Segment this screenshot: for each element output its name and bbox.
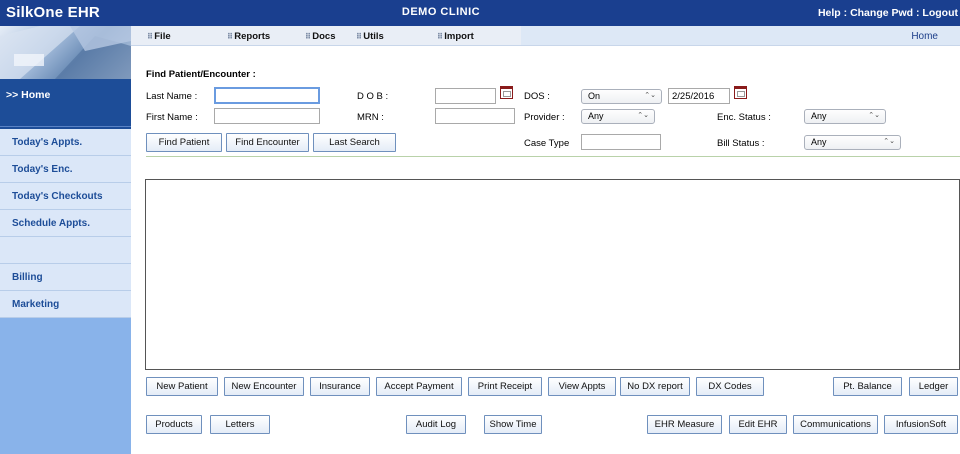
top-links: Help : Change Pwd : Logout <box>818 7 958 19</box>
enc-status-value: Any <box>811 111 827 121</box>
dos-mode-value: On <box>588 91 601 101</box>
find-patient-button[interactable]: Find Patient <box>146 133 222 152</box>
case-type-label: Case Type <box>524 138 570 149</box>
find-section-title: Find Patient/Encounter : <box>146 69 256 80</box>
view-appts-button[interactable]: View Appts <box>548 377 616 396</box>
accept-payment-button[interactable]: Accept Payment <box>376 377 462 396</box>
sidebar-banner-image <box>0 26 131 79</box>
sidebar-item-marketing[interactable]: Marketing <box>0 291 131 318</box>
sidebar-menu: Today's Appts. Today's Enc. Today's Chec… <box>0 129 131 318</box>
menu-bar: ⠿File ⠿Reports ⠿Docs ⠿Utils ⠿Import Home <box>131 26 960 46</box>
enc-status-label: Enc. Status : <box>717 112 771 123</box>
first-name-input[interactable] <box>214 108 320 124</box>
last-name-input[interactable] <box>214 87 320 104</box>
menu-reports[interactable]: ⠿Reports <box>227 31 270 42</box>
letters-button[interactable]: Letters <box>210 415 270 434</box>
chevron-down-icon: ⌃⌄ <box>883 138 895 145</box>
banner-graphic <box>0 26 131 79</box>
help-link[interactable]: Help <box>818 7 841 19</box>
sidebar-item-todays-enc[interactable]: Today's Enc. <box>0 156 131 183</box>
sidebar-item-empty <box>0 237 131 264</box>
chevron-down-icon: ⌃⌄ <box>644 92 656 99</box>
sidebar-item-billing[interactable]: Billing <box>0 264 131 291</box>
last-name-label: Last Name : <box>146 91 198 102</box>
edit-ehr-button[interactable]: Edit EHR <box>729 415 787 434</box>
top-separator: : <box>840 7 851 19</box>
menu-import[interactable]: ⠿Import <box>437 31 474 42</box>
calendar-icon[interactable] <box>500 86 513 99</box>
pt-balance-button[interactable]: Pt. Balance <box>833 377 902 396</box>
products-button[interactable]: Products <box>146 415 202 434</box>
grid-dots-icon: ⠿ <box>147 32 154 41</box>
insurance-button[interactable]: Insurance <box>310 377 370 396</box>
chevron-down-icon: ⌃⌄ <box>637 112 649 119</box>
bill-status-value: Any <box>811 137 827 147</box>
infusionsoft-button[interactable]: InfusionSoft <box>884 415 958 434</box>
dos-label: DOS : <box>524 91 550 102</box>
case-type-input[interactable] <box>581 134 661 150</box>
dx-codes-button[interactable]: DX Codes <box>696 377 764 396</box>
enc-status-select[interactable]: Any ⌃⌄ <box>804 109 886 124</box>
top-bar: SilkOne EHR DEMO CLINIC Help : Change Pw… <box>0 0 960 26</box>
menu-docs-label: Docs <box>312 31 336 42</box>
sidebar-item-home[interactable]: >> Home <box>0 79 131 129</box>
new-encounter-button[interactable]: New Encounter <box>224 377 304 396</box>
new-patient-button[interactable]: New Patient <box>146 377 218 396</box>
mrn-input[interactable] <box>435 108 515 124</box>
sidebar-item-todays-appts[interactable]: Today's Appts. <box>0 129 131 156</box>
ehr-measure-button[interactable]: EHR Measure <box>647 415 722 434</box>
provider-label: Provider : <box>524 112 565 123</box>
menu-reports-label: Reports <box>234 31 271 42</box>
ledger-button[interactable]: Ledger <box>909 377 958 396</box>
menu-utils[interactable]: ⠿Utils <box>356 31 384 42</box>
bill-status-select[interactable]: Any ⌃⌄ <box>804 135 901 150</box>
change-password-link[interactable]: Change Pwd <box>850 7 913 19</box>
grid-dots-icon: ⠿ <box>356 32 363 41</box>
dos-date-input[interactable] <box>668 88 730 104</box>
last-search-button[interactable]: Last Search <box>313 133 396 152</box>
show-time-button[interactable]: Show Time <box>484 415 542 434</box>
dob-label: D O B : <box>357 91 389 102</box>
provider-select[interactable]: Any ⌃⌄ <box>581 109 655 124</box>
menu-import-label: Import <box>444 31 474 42</box>
dos-mode-select[interactable]: On ⌃⌄ <box>581 89 662 104</box>
sidebar-item-schedule-appts[interactable]: Schedule Appts. <box>0 210 131 237</box>
menu-file-label: File <box>154 31 171 42</box>
grid-dots-icon: ⠿ <box>305 32 312 41</box>
find-encounter-button[interactable]: Find Encounter <box>226 133 309 152</box>
sidebar-divider <box>0 126 131 127</box>
sidebar: >> Home Today's Appts. Today's Enc. Toda… <box>0 26 131 454</box>
grid-dots-icon: ⠿ <box>437 32 444 41</box>
calendar-icon[interactable] <box>734 86 747 99</box>
provider-value: Any <box>588 111 604 121</box>
communications-button[interactable]: Communications <box>793 415 878 434</box>
print-receipt-button[interactable]: Print Receipt <box>468 377 542 396</box>
sidebar-item-todays-checkouts[interactable]: Today's Checkouts <box>0 183 131 210</box>
menu-file[interactable]: ⠿File <box>147 31 171 42</box>
logout-link[interactable]: Logout <box>922 7 958 19</box>
no-dx-report-button[interactable]: No DX report <box>620 377 690 396</box>
dob-input[interactable] <box>435 88 496 104</box>
grid-dots-icon: ⠿ <box>227 32 234 41</box>
results-panel[interactable] <box>145 179 960 370</box>
menu-utils-label: Utils <box>363 31 384 42</box>
chevron-down-icon: ⌃⌄ <box>868 112 880 119</box>
form-divider <box>146 156 960 157</box>
audit-log-button[interactable]: Audit Log <box>406 415 466 434</box>
clinic-name: DEMO CLINIC <box>401 6 481 18</box>
bill-status-label: Bill Status : <box>717 138 765 149</box>
home-link[interactable]: Home <box>911 31 938 42</box>
mrn-label: MRN : <box>357 112 384 123</box>
menu-docs[interactable]: ⠿Docs <box>305 31 335 42</box>
first-name-label: First Name : <box>146 112 198 123</box>
